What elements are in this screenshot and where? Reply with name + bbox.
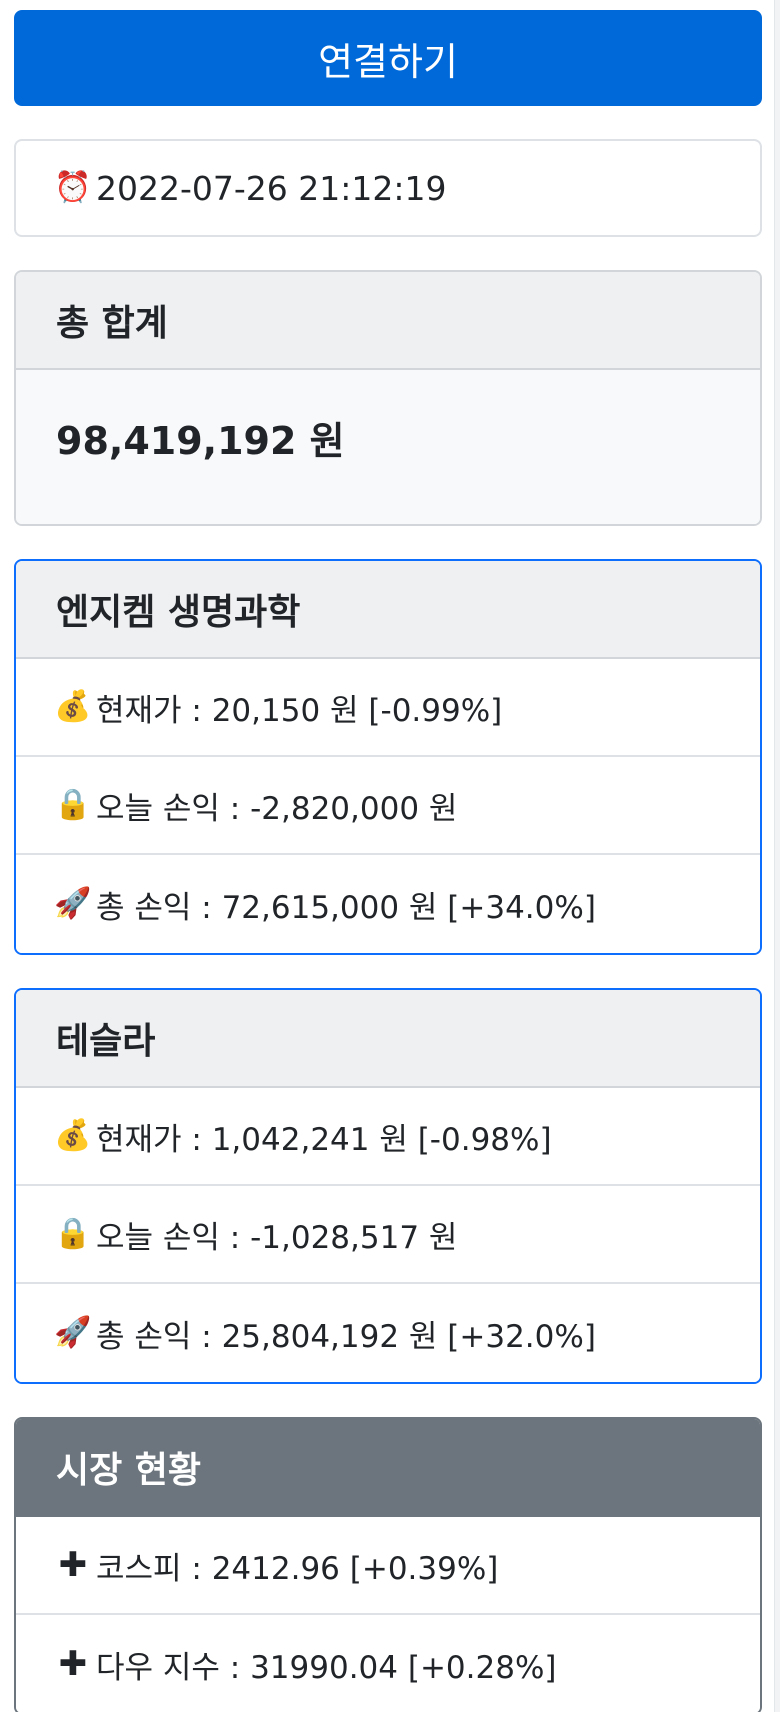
total-card-header: 총 합계 — [16, 272, 760, 370]
stock-card-engchem: 엔지켐 생명과학 💰 현재가 : 20,150 원 [-0.99%] 🔒 오늘 … — [14, 559, 762, 955]
plus-icon: ✚ — [58, 1545, 88, 1585]
rocket-icon: 🚀 — [54, 886, 92, 921]
stock-today-text: 오늘 손익 : -1,028,517 원 — [96, 1219, 458, 1256]
plus-icon: ✚ — [58, 1644, 88, 1684]
stock-name: 엔지켐 생명과학 — [56, 592, 301, 633]
connect-button-label: 연결하기 — [318, 39, 458, 84]
timestamp-card: ⏰ 2022-07-26 21:12:19 — [14, 139, 762, 237]
stock-total-text: 총 손익 : 25,804,192 원 [+32.0%] — [96, 1318, 596, 1355]
money-bag-icon: 💰 — [54, 1118, 92, 1153]
stock-today-row: 🔒 오늘 손익 : -1,028,517 원 — [16, 1186, 760, 1284]
stock-total-row: 🚀 총 손익 : 72,615,000 원 [+34.0%] — [16, 855, 760, 953]
stock-price-row: 💰 현재가 : 20,150 원 [-0.99%] — [16, 659, 760, 757]
market-card: 시장 현황 ✚ 코스피 : 2412.96 [+0.39%] ✚ 다우 지수 :… — [14, 1417, 762, 1712]
timestamp-value: 2022-07-26 21:12:19 — [96, 168, 447, 208]
stock-card-header: 테슬라 — [16, 990, 760, 1088]
alarm-clock-icon: ⏰ — [54, 170, 92, 205]
stock-total-text: 총 손익 : 72,615,000 원 [+34.0%] — [96, 889, 596, 926]
stock-price-row: 💰 현재가 : 1,042,241 원 [-0.98%] — [16, 1088, 760, 1186]
stock-today-text: 오늘 손익 : -2,820,000 원 — [96, 790, 458, 827]
total-card: 총 합계 98,419,192 원 — [14, 270, 762, 526]
money-bag-icon: 💰 — [54, 689, 92, 724]
lock-icon: 🔒 — [54, 787, 92, 822]
main-container: 연결하기 ⏰ 2022-07-26 21:12:19 총 합계 98,419,1… — [14, 10, 762, 1712]
stock-card-tesla: 테슬라 💰 현재가 : 1,042,241 원 [-0.98%] 🔒 오늘 손익… — [14, 988, 762, 1384]
stock-price-text: 현재가 : 20,150 원 [-0.99%] — [96, 692, 503, 729]
market-text: 코스피 : 2412.96 [+0.39%] — [96, 1550, 499, 1587]
total-title: 총 합계 — [56, 303, 168, 344]
market-title: 시장 현황 — [56, 1450, 202, 1491]
stock-today-row: 🔒 오늘 손익 : -2,820,000 원 — [16, 757, 760, 855]
total-value: 98,419,192 원 — [56, 419, 345, 463]
total-card-body: 98,419,192 원 — [16, 370, 760, 524]
lock-icon: 🔒 — [54, 1216, 92, 1251]
page: 연결하기 ⏰ 2022-07-26 21:12:19 총 합계 98,419,1… — [0, 0, 780, 1712]
market-card-header: 시장 현황 — [16, 1419, 760, 1517]
rocket-icon: 🚀 — [54, 1315, 92, 1350]
stock-card-header: 엔지켐 생명과학 — [16, 561, 760, 659]
market-row-kospi: ✚ 코스피 : 2412.96 [+0.39%] — [16, 1517, 760, 1615]
connect-button[interactable]: 연결하기 — [14, 10, 762, 106]
stock-price-text: 현재가 : 1,042,241 원 [-0.98%] — [96, 1121, 552, 1158]
market-text: 다우 지수 : 31990.04 [+0.28%] — [96, 1649, 557, 1686]
scrollbar[interactable] — [774, 0, 780, 1712]
stock-total-row: 🚀 총 손익 : 25,804,192 원 [+32.0%] — [16, 1284, 760, 1382]
stock-name: 테슬라 — [56, 1021, 156, 1062]
market-row-dow: ✚ 다우 지수 : 31990.04 [+0.28%] — [16, 1615, 760, 1712]
